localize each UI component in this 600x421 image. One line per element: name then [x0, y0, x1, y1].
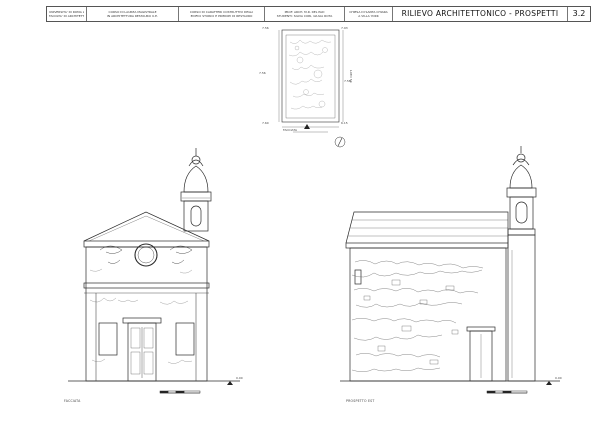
- side-level-marker-icon: [546, 381, 552, 385]
- side-elevation-caption: PROSPETTO EST: [346, 399, 375, 403]
- front-middle-cornice: [83, 282, 210, 289]
- plan-elev-l: 7.56: [259, 71, 266, 75]
- side-level-value: 0.00: [555, 376, 562, 380]
- plan-label-bottom: FACCIATA: [283, 128, 298, 132]
- front-elevation-caption: FACCIATA: [64, 399, 81, 403]
- side-roof: [345, 211, 509, 244]
- plan-interior-hatch: [288, 39, 332, 110]
- entrance-marker-icon: [304, 124, 310, 129]
- plan-elev-br: 6.15: [341, 121, 348, 125]
- front-window-left: [98, 322, 118, 356]
- side-roof-tiles: [348, 219, 508, 237]
- front-scale-bar: [159, 390, 201, 394]
- side-cornice: [345, 242, 509, 249]
- front-level-marker-icon: [227, 381, 233, 385]
- front-portal-lintel: [122, 317, 162, 324]
- plan-elev-tr: 7.93: [341, 26, 348, 30]
- plan-inner-wall: [285, 34, 336, 119]
- front-wall: [85, 246, 208, 382]
- plan-elev-r: 7.58: [344, 79, 351, 83]
- front-window-right: [175, 322, 195, 356]
- plan-elev-bl: 7.60: [262, 121, 269, 125]
- side-scale-bar: [486, 390, 528, 394]
- bell-tower-side: [506, 146, 537, 382]
- side-elevation: [340, 146, 560, 394]
- side-stone-texture: [351, 260, 484, 372]
- drawing-canvas: FACCIATA LATO SX 7.56 7.93 7.56 7.58 7.6…: [68, 26, 562, 394]
- plan-elev-tl: 7.56: [262, 26, 269, 30]
- front-decoration: [99, 245, 193, 264]
- bell-tower-front: [180, 148, 212, 232]
- front-level-value: 0.00: [236, 376, 243, 380]
- plan-outer-wall: [281, 29, 340, 123]
- drawing-sheet: UNIVERSITA' DI ROMA LA SAPIENZA FACOLTA'…: [0, 0, 600, 421]
- front-elevation: [68, 148, 240, 394]
